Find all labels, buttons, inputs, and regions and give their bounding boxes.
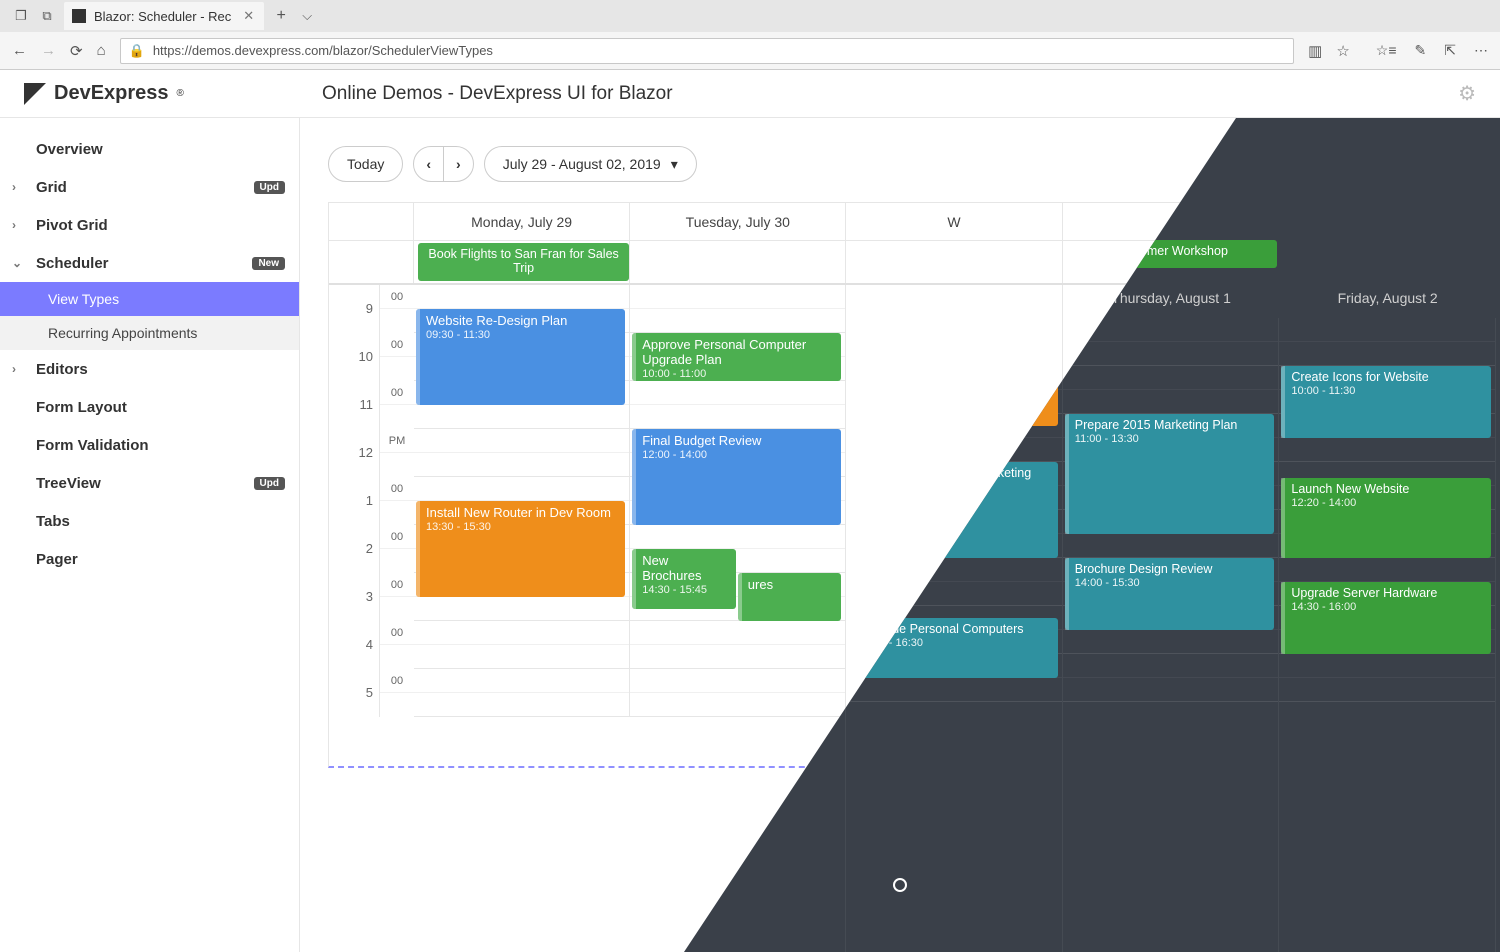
next-button[interactable]: › xyxy=(443,146,474,182)
more-icon[interactable]: ⋯ xyxy=(1474,42,1488,59)
chevron-down-icon: ⌄ xyxy=(12,256,22,270)
allday-cell-tue[interactable] xyxy=(630,241,846,283)
appt-new-brochures[interactable]: New Brochures14:30 - 15:45 xyxy=(632,549,735,609)
new-tab-button[interactable]: + xyxy=(268,3,294,29)
appt-brochure-review[interactable]: Brochure Design Review14:00 - 15:30 xyxy=(1065,558,1275,630)
dark-day-header-fri: Friday, August 2 xyxy=(1279,278,1496,318)
refresh-icon[interactable]: ⟳ xyxy=(70,42,83,60)
today-button[interactable]: Today xyxy=(328,146,403,182)
appt-brochures-2[interactable]: ures xyxy=(738,573,842,621)
address-bar: ← → ⟳ ⌂ 🔒 https://demos.devexpress.com/b… xyxy=(0,32,1500,70)
chevron-right-icon: › xyxy=(456,156,461,172)
prev-button[interactable]: ‹ xyxy=(413,146,444,182)
time-axis: 900 1000 1100 12PM 100 200 300 400 500 xyxy=(329,285,414,717)
browser-tab[interactable]: Blazor: Scheduler - Rec ✕ xyxy=(64,2,264,30)
close-icon[interactable]: ✕ xyxy=(243,8,254,24)
appt-upgrade-plan[interactable]: Approve Personal Computer Upgrade Plan10… xyxy=(632,333,841,381)
sidebar-grid[interactable]: ›GridUpd xyxy=(0,168,299,206)
dark-day-column-fri[interactable]: Create Icons for Website10:00 - 11:30 La… xyxy=(1279,318,1496,952)
gear-icon[interactable]: ⚙ xyxy=(1458,81,1476,106)
sidebar-scheduler[interactable]: ⌄SchedulerNew xyxy=(0,244,299,282)
lock-icon: 🔒 xyxy=(129,43,145,59)
appt-final-budget[interactable]: Final Budget Review12:00 - 14:00 xyxy=(632,429,841,525)
chevron-right-icon: › xyxy=(12,180,16,194)
forward-icon: → xyxy=(41,42,56,59)
day-header-wed: W xyxy=(846,203,1062,240)
tabs-dropdown-icon[interactable]: ⌵ xyxy=(294,3,320,29)
sidebar-editors[interactable]: ›Editors xyxy=(0,350,299,388)
window-restore-icon[interactable]: ❐ xyxy=(8,3,34,29)
back-icon[interactable]: ← xyxy=(12,42,27,59)
tab-title: Blazor: Scheduler - Rec xyxy=(94,9,231,24)
devexpress-logo-icon xyxy=(24,83,46,105)
url-input[interactable]: 🔒 https://demos.devexpress.com/blazor/Sc… xyxy=(120,38,1295,64)
sidebar-scheduler-view-types[interactable]: View Types xyxy=(0,282,299,316)
dark-day-column-thu[interactable]: Prepare 2015 Marketing Plan11:00 - 13:30… xyxy=(1063,318,1280,952)
allday-cell-mon[interactable]: Book Flights to San Fran for Sales Trip xyxy=(414,241,630,283)
page-header: DevExpress® Online Demos - DevExpress UI… xyxy=(0,70,1500,118)
sidebar-overview[interactable]: Overview xyxy=(0,130,299,168)
sidebar-form-validation[interactable]: Form Validation xyxy=(0,426,299,464)
appt-install-router[interactable]: Install New Router in Dev Room13:30 - 15… xyxy=(416,501,625,597)
sidebar-pivot-grid[interactable]: ›Pivot Grid xyxy=(0,206,299,244)
appt-launch-website[interactable]: Launch New Website12:20 - 14:00 xyxy=(1281,478,1491,558)
favorites-list-icon[interactable]: ☆≡ xyxy=(1376,42,1397,59)
window-duplicate-icon[interactable]: ⧉ xyxy=(34,3,60,29)
appt-website-redesign[interactable]: Website Re-Design Plan09:30 - 11:30 xyxy=(416,309,625,405)
appt-marketing-plan[interactable]: Prepare 2015 Marketing Plan11:00 - 13:30 xyxy=(1065,414,1275,534)
appt-create-icons[interactable]: Create Icons for Website10:00 - 11:30 xyxy=(1281,366,1491,438)
date-range-dropdown[interactable]: July 29 - August 02, 2019▾ xyxy=(484,146,697,182)
sidebar-treeview[interactable]: TreeViewUpd xyxy=(0,464,299,502)
chevron-right-icon: › xyxy=(12,218,16,232)
url-text: https://demos.devexpress.com/blazor/Sche… xyxy=(153,43,493,58)
tab-favicon-icon xyxy=(72,9,86,23)
sidebar-pager[interactable]: Pager xyxy=(0,540,299,578)
sidebar-scheduler-recurring[interactable]: Recurring Appointments xyxy=(0,316,299,350)
reading-view-icon[interactable]: ▥ xyxy=(1308,42,1322,60)
notes-icon[interactable]: ✎ xyxy=(1415,42,1427,59)
day-column-mon[interactable]: Website Re-Design Plan09:30 - 11:30 Inst… xyxy=(414,285,630,717)
sidebar-tabs[interactable]: Tabs xyxy=(0,502,299,540)
caret-down-icon: ▾ xyxy=(671,156,678,173)
share-icon[interactable]: ⇱ xyxy=(1444,42,1456,59)
sidebar: Overview ›GridUpd ›Pivot Grid ⌄Scheduler… xyxy=(0,118,300,952)
home-icon[interactable]: ⌂ xyxy=(97,42,106,59)
chevron-right-icon: › xyxy=(12,362,16,376)
day-column-tue[interactable]: Approve Personal Computer Upgrade Plan10… xyxy=(630,285,846,717)
day-header-tue: Tuesday, July 30 xyxy=(630,203,846,240)
appt-upgrade-hardware[interactable]: Upgrade Server Hardware14:30 - 16:00 xyxy=(1281,582,1491,654)
chevron-left-icon: ‹ xyxy=(426,156,431,172)
favorite-icon[interactable]: ☆ xyxy=(1336,42,1349,60)
page-title: Online Demos - DevExpress UI for Blazor xyxy=(294,83,1458,105)
sidebar-form-layout[interactable]: Form Layout xyxy=(0,388,299,426)
day-header-mon: Monday, July 29 xyxy=(414,203,630,240)
brand-name: DevExpress xyxy=(54,82,169,105)
present-indicator-icon xyxy=(893,878,907,892)
appt-book-flights[interactable]: Book Flights to San Fran for Sales Trip xyxy=(418,243,629,281)
browser-tab-bar: ❐ ⧉ Blazor: Scheduler - Rec ✕ + ⌵ xyxy=(0,0,1500,32)
